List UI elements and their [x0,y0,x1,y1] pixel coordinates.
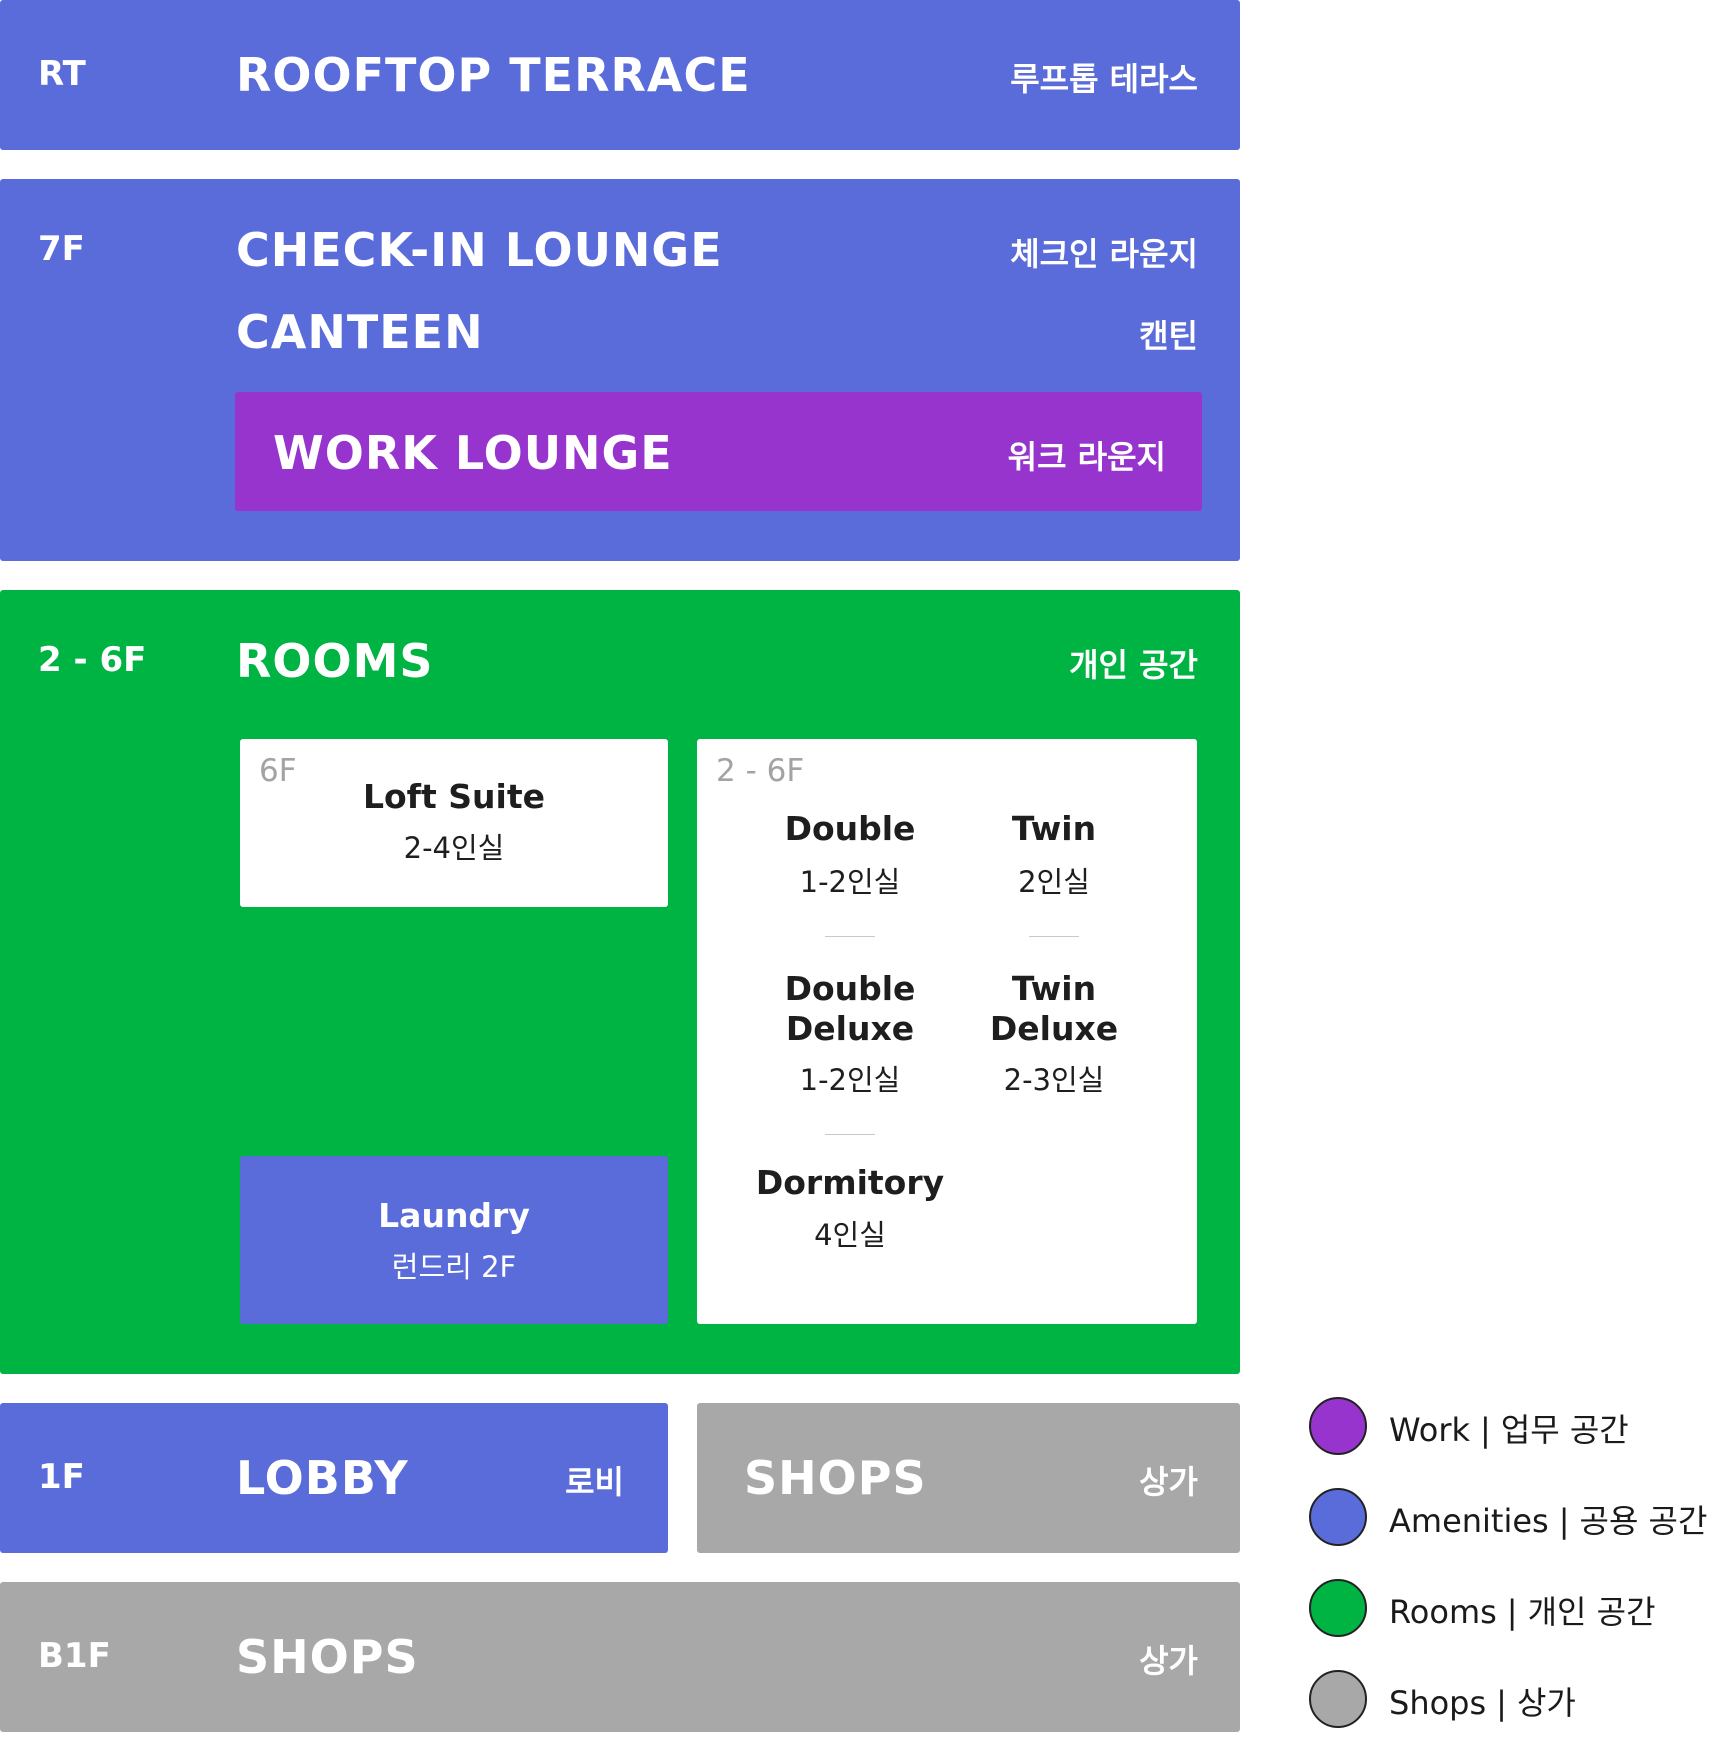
floor-code-7f: 7F [38,229,85,269]
area-rooftop-terrace: ROOFTOP TERRACE [236,48,751,102]
room-double-deluxe-line2: Deluxe [785,1009,915,1048]
legend-dot-shops [1309,1670,1367,1728]
laundry-name: Laundry [378,1196,530,1235]
room-loft-suite: Loft Suite [362,777,546,816]
legend-amenities-en: Amenities [1389,1502,1549,1540]
area-check-in-lounge-ko: 체크인 라운지 [1010,235,1198,273]
legend-dot-rooms [1309,1579,1367,1637]
separator-twin [1029,936,1079,937]
separator-deluxe [825,1134,875,1135]
area-1f-shops: SHOPS [744,1451,927,1505]
legend-label-shops: Shops | 상가 [1389,1678,1576,1724]
room-twin-capacity: 2인실 [1018,865,1090,899]
floor-1f-shops: SHOPS 상가 [697,1403,1240,1553]
room-double-deluxe-line1: Double [784,969,916,1008]
legend-dot-amenities [1309,1488,1367,1546]
room-double: Double [784,809,916,848]
separator-double [825,936,875,937]
area-rooftop-terrace-ko: 루프톱 테라스 [1010,60,1198,98]
area-b1f-shops: SHOPS [236,1630,419,1684]
laundry-sub: 런드리 2F [391,1250,517,1284]
legend-rooms-en: Rooms [1389,1593,1497,1631]
legend-amenities-sep: | [1558,1502,1570,1540]
area-work-lounge-ko: 워크 라운지 [1007,438,1166,476]
room-dormitory: Dormitory [755,1163,945,1202]
floor-code-rooms: 2 - 6F [38,640,147,680]
loft-card-floor: 6F [259,753,297,789]
legend-rooms-ko: 개인 공간 [1527,1593,1656,1631]
room-twin-deluxe-line2: Deluxe [989,1009,1119,1048]
floor-code-rt: RT [38,54,86,94]
legend-label-work: Work | 업무 공간 [1389,1405,1629,1451]
legend-work-en: Work [1389,1411,1471,1449]
area-1f-shops-ko: 상가 [1139,1463,1198,1501]
legend-shops-ko: 상가 [1516,1684,1576,1722]
legend-amenities-ko: 공용 공간 [1579,1502,1708,1540]
legend-shops-en: Shops [1389,1684,1487,1722]
room-twin: Twin [1011,809,1097,848]
area-b1f-shops-ko: 상가 [1139,1642,1198,1680]
room-twin-deluxe-capacity: 2-3인실 [1003,1063,1105,1097]
work-lounge-panel: WORK LOUNGE 워크 라운지 [235,392,1202,511]
area-rooms: ROOMS [236,634,434,688]
area-lobby: LOBBY [236,1451,409,1505]
floor-7f: 7F CHECK-IN LOUNGE 체크인 라운지 CANTEEN 캔틴 WO… [0,179,1240,561]
room-types-card: 2 - 6F Double 1-2인실 Twin 2인실 Double Delu… [697,739,1197,1324]
floor-code-b1f: B1F [38,1636,111,1676]
area-rooms-ko: 개인 공간 [1069,646,1198,684]
floor-rooftop: RT ROOFTOP TERRACE 루프톱 테라스 [0,0,1240,150]
area-canteen-ko: 캔틴 [1139,317,1198,355]
area-lobby-ko: 로비 [565,1463,624,1501]
room-loft-suite-capacity: 2-4인실 [403,831,505,865]
area-check-in-lounge: CHECK-IN LOUNGE [236,223,723,277]
legend-label-amenities: Amenities | 공용 공간 [1389,1496,1707,1542]
legend-rooms-sep: | [1506,1593,1518,1631]
room-double-deluxe-capacity: 1-2인실 [799,1063,901,1097]
loft-suite-card: 6F Loft Suite 2-4인실 [240,739,668,907]
laundry-panel: Laundry 런드리 2F [240,1156,668,1324]
area-canteen: CANTEEN [236,305,484,359]
floor-code-1f: 1F [38,1457,85,1497]
legend-shops-sep: | [1496,1684,1507,1722]
area-work-lounge: WORK LOUNGE [273,426,673,480]
room-twin-deluxe-line1: Twin [1011,969,1097,1008]
room-dormitory-capacity: 4인실 [814,1218,886,1252]
legend-dot-work [1309,1397,1367,1455]
floor-b1f: B1F SHOPS 상가 [0,1582,1240,1732]
floor-1f-lobby: 1F LOBBY 로비 [0,1403,668,1553]
legend-work-ko: 업무 공간 [1500,1411,1629,1449]
room-types-card-floor: 2 - 6F [716,753,805,789]
floor-rooms: 2 - 6F ROOMS 개인 공간 6F Loft Suite 2-4인실 L… [0,590,1240,1374]
room-double-capacity: 1-2인실 [799,865,901,899]
legend-label-rooms: Rooms | 개인 공간 [1389,1587,1656,1633]
legend-work-sep: | [1480,1411,1491,1449]
